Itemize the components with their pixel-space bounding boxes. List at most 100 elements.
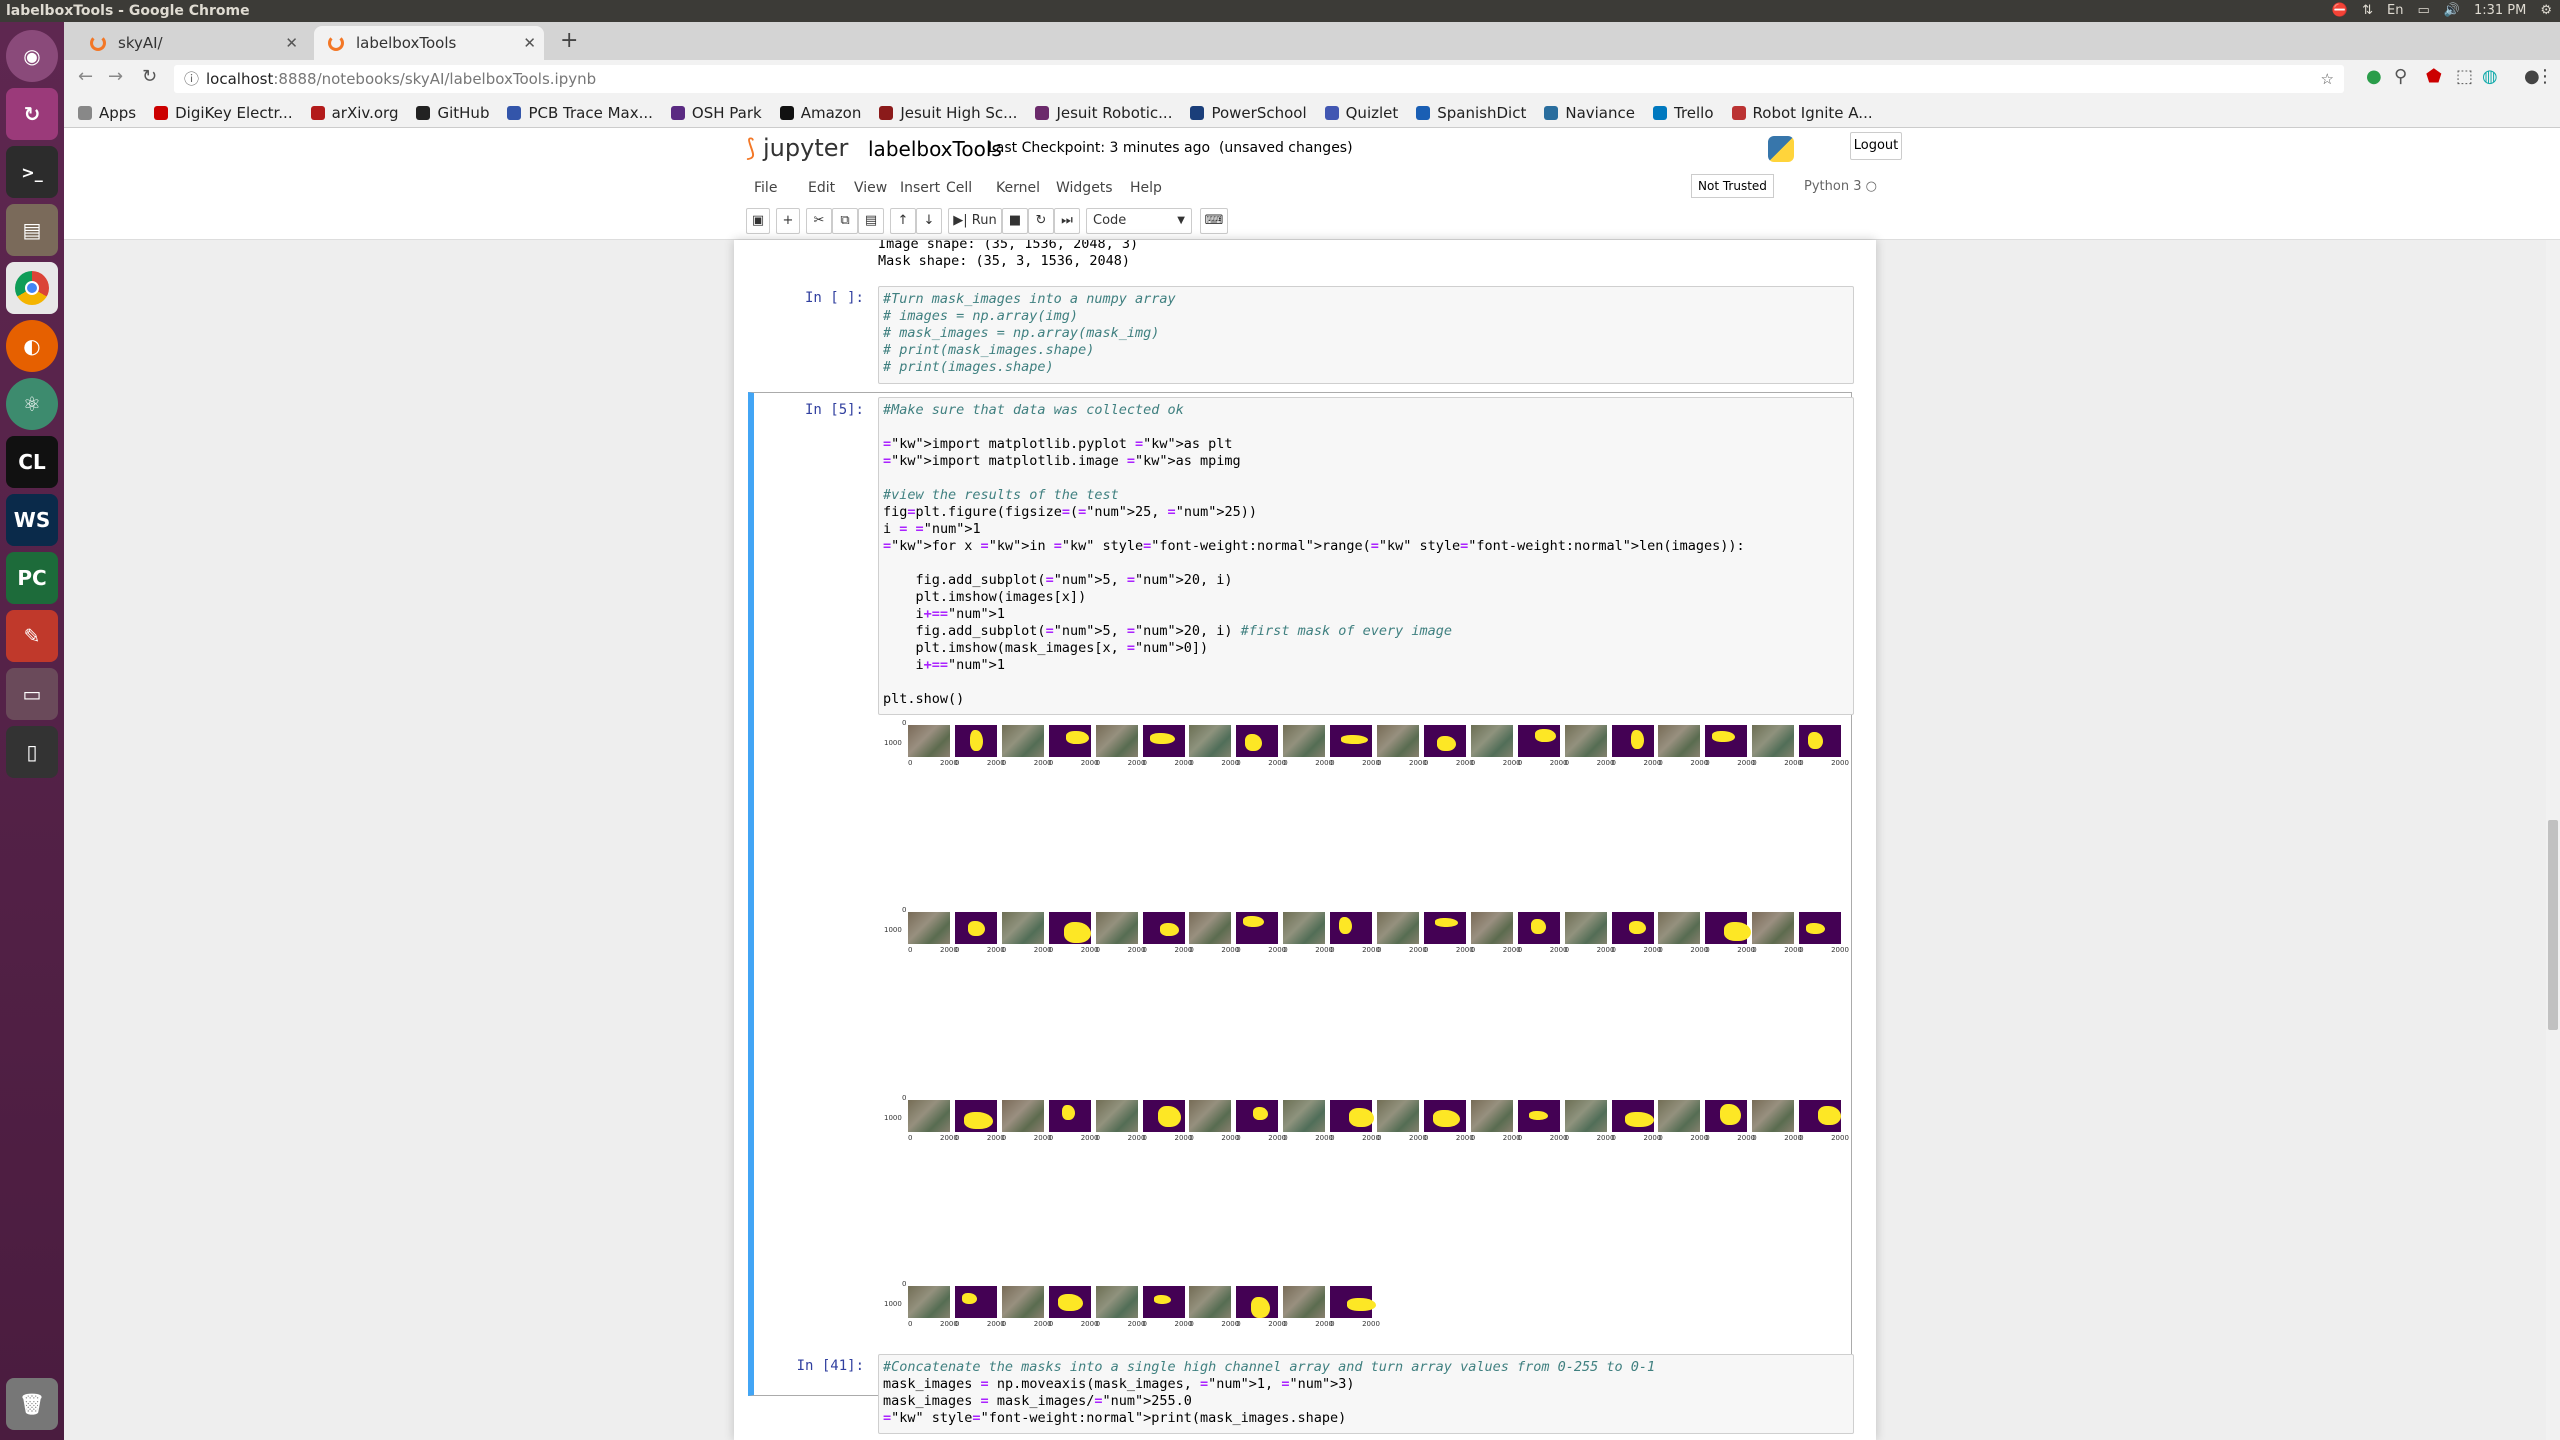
bookmark-item[interactable]: Quizlet	[1324, 104, 1398, 122]
bookmark-item[interactable]: Apps	[78, 104, 136, 122]
menu-icon[interactable]: ⋮	[2536, 66, 2554, 87]
x-tick-label: 0	[908, 946, 913, 954]
x-tick-label: 0	[1189, 1320, 1194, 1328]
x-tick-label: 0	[1142, 1134, 1147, 1142]
x-tick-label: 0	[1048, 1320, 1054, 1328]
bookmark-item[interactable]: DigiKey Electr...	[154, 104, 293, 122]
bookmark-item[interactable]: arXiv.org	[310, 104, 398, 122]
close-icon[interactable]: ✕	[285, 26, 298, 60]
device-icon[interactable]: ▯	[6, 726, 58, 778]
trash-icon[interactable]: 🗑	[6, 1378, 58, 1430]
menu-help[interactable]: Help	[1130, 180, 1162, 196]
back-icon[interactable]: ←	[78, 66, 93, 87]
code-cell-input[interactable]: #Turn mask_images into a numpy array # im…	[878, 286, 1854, 384]
scrollbar-thumb[interactable]	[2548, 820, 2558, 1030]
menu-cell[interactable]: Cell	[946, 180, 972, 196]
close-icon[interactable]: ✕	[523, 26, 536, 60]
bookmark-item[interactable]: Robot Ignite A...	[1731, 104, 1873, 122]
bookmark-favicon-icon	[1416, 105, 1431, 120]
update-icon[interactable]: ↻	[6, 88, 58, 140]
forward-icon[interactable]: →	[108, 66, 123, 87]
menu-edit[interactable]: Edit	[808, 180, 835, 196]
bookmark-item[interactable]: Jesuit Robotic...	[1035, 104, 1172, 122]
files-icon[interactable]: ▤	[6, 204, 58, 256]
menu-view[interactable]: View	[854, 180, 887, 196]
logout-button[interactable]: Logout	[1850, 132, 1902, 160]
info-icon[interactable]: ⓘ	[184, 65, 199, 93]
image-subplot	[908, 912, 950, 944]
clock[interactable]: 1:31 PM	[2474, 0, 2526, 22]
reload-icon[interactable]: ↻	[142, 66, 157, 87]
code-cell-input[interactable]: #Concatenate the masks into a single hig…	[878, 1354, 1854, 1434]
gear-icon[interactable]: ⚙	[2540, 0, 2552, 22]
bookmark-item[interactable]: Naviance	[1544, 104, 1635, 122]
ubuntu-icon[interactable]: ◉	[6, 30, 58, 82]
bookmark-item[interactable]: Amazon	[779, 104, 861, 122]
address-bar[interactable]: ⓘ localhost:8888/notebooks/skyAI/labelbo…	[174, 65, 2344, 93]
x-tick-label: 0	[954, 759, 960, 767]
bookmark-item[interactable]: PowerSchool	[1190, 104, 1307, 122]
fast-forward-icon[interactable]: ⏭	[1054, 208, 1080, 234]
mask-region	[1434, 918, 1458, 927]
x-tick-label: 0	[954, 946, 960, 954]
bookmark-item[interactable]: Trello	[1652, 104, 1714, 122]
pycharm-icon[interactable]: PC	[6, 552, 58, 604]
chrome-icon[interactable]	[6, 262, 58, 314]
x-tick-label: 0	[1330, 1320, 1335, 1328]
grammarly-icon[interactable]: ◍	[2482, 66, 2498, 87]
menu-insert[interactable]: Insert	[900, 180, 940, 196]
tab-label: skyAI/	[118, 34, 163, 52]
jupyter-logo[interactable]: ⟆ jupyter	[746, 134, 848, 162]
menu-file[interactable]: File	[754, 180, 777, 196]
terminal-icon[interactable]: >_	[6, 146, 58, 198]
cut-icon[interactable]: ✂	[806, 208, 832, 234]
mask-region	[1349, 1108, 1375, 1127]
firefox-icon[interactable]: ◐	[6, 320, 58, 372]
shield-icon[interactable]: ⬟	[2426, 66, 2442, 87]
extension-icon[interactable]: ⬚	[2456, 66, 2473, 87]
volume-icon[interactable]: 🔊	[2444, 0, 2460, 22]
search-icon[interactable]: ⚲	[2394, 66, 2407, 87]
mask-subplot	[1142, 1286, 1185, 1318]
keyboard-icon[interactable]: ⌨	[1200, 208, 1228, 234]
bookmark-item[interactable]: OSH Park	[670, 104, 762, 122]
add-cell-icon[interactable]: +	[776, 208, 800, 234]
save-icon[interactable]: ▣	[746, 208, 770, 234]
bookmark-item[interactable]: Jesuit High Sc...	[879, 104, 1017, 122]
notification-icon[interactable]: ⛔	[2332, 0, 2348, 22]
cell-type-select[interactable]: Code ▼	[1086, 208, 1192, 234]
bookmark-label: SpanishDict	[1437, 103, 1527, 122]
x-tick-label: 0	[1470, 1134, 1476, 1142]
battery-icon[interactable]: ▭	[2417, 0, 2429, 22]
run-button[interactable]: ▶| Run	[948, 208, 1002, 234]
menu-widgets[interactable]: Widgets	[1056, 180, 1113, 196]
menu-kernel[interactable]: Kernel	[996, 180, 1040, 196]
trust-indicator[interactable]: Not Trusted	[1691, 174, 1774, 198]
move-up-icon[interactable]: ↑	[890, 208, 916, 234]
restart-icon[interactable]: ↻	[1028, 208, 1054, 234]
clion-icon[interactable]: CL	[6, 436, 58, 488]
move-down-icon[interactable]: ↓	[916, 208, 942, 234]
notebook-name[interactable]: labelboxTools	[868, 137, 1002, 161]
bookmark-item[interactable]: SpanishDict	[1416, 104, 1526, 122]
paste-icon[interactable]: ▤	[858, 208, 884, 234]
x-tick-label: 2000	[1831, 1134, 1849, 1142]
webstorm-icon[interactable]: WS	[6, 494, 58, 546]
code-cell-input[interactable]: #Make sure that data was collected ok ="k…	[878, 397, 1854, 715]
network-icon[interactable]: ⇅	[2362, 0, 2373, 22]
new-tab-icon[interactable]: +	[560, 28, 578, 53]
copy-icon[interactable]: ⧉	[832, 208, 858, 234]
keyboard-layout[interactable]: En	[2387, 0, 2403, 22]
tab-skyai[interactable]: skyAI/ ✕	[76, 26, 306, 60]
bookmark-item[interactable]: PCB Trace Max...	[507, 104, 653, 122]
atom-icon[interactable]: ⚛	[6, 378, 58, 430]
star-icon[interactable]: ☆	[2321, 65, 2334, 93]
settings-tool-icon[interactable]: ✎	[6, 610, 58, 662]
x-tick-label: 0	[1236, 1320, 1241, 1328]
tab-labelboxtools[interactable]: labelboxTools ✕	[314, 26, 544, 60]
bookmark-item[interactable]: GitHub	[416, 104, 489, 122]
evernote-icon[interactable]: ●	[2366, 66, 2382, 87]
x-tick-label: 0	[1611, 946, 1616, 954]
stop-icon[interactable]: ■	[1002, 208, 1028, 234]
drive-icon[interactable]: ▭	[6, 668, 58, 720]
